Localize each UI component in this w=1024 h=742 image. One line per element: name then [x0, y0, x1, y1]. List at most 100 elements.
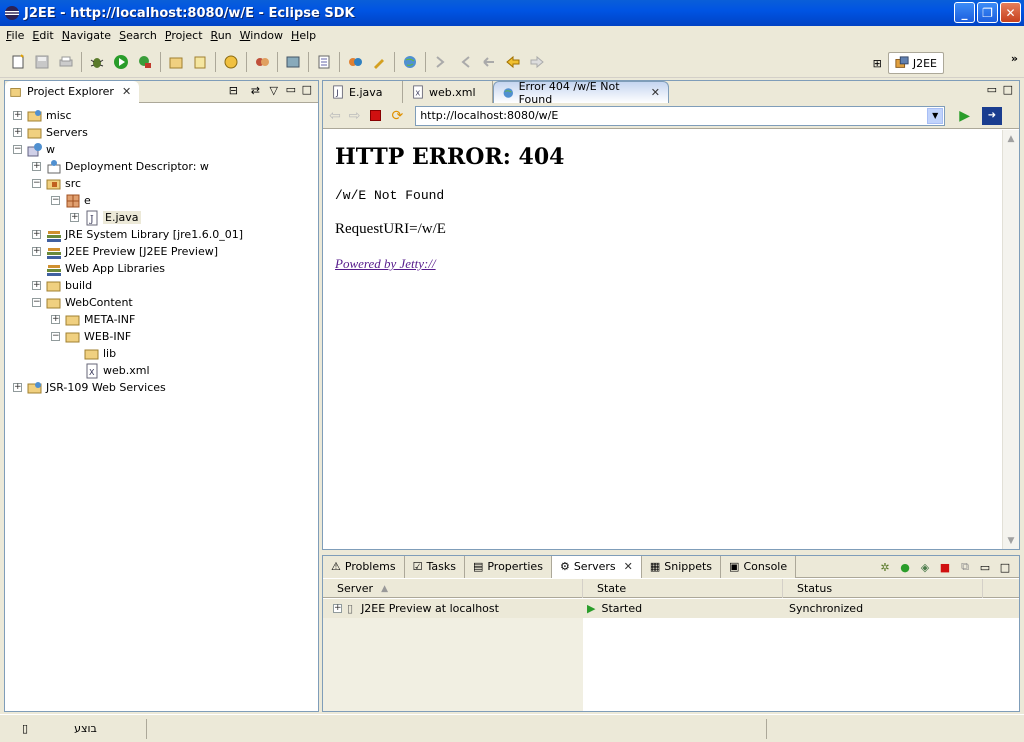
menu-window[interactable]: Window	[236, 29, 287, 42]
run-icon[interactable]	[112, 53, 130, 71]
menu-file[interactable]: File	[2, 29, 28, 42]
search-icon[interactable]	[346, 53, 364, 71]
view-menu-icon[interactable]: ▽	[270, 84, 278, 97]
url-dropdown-icon[interactable]: ▼	[927, 107, 944, 124]
tab-servers[interactable]: ⚙ Servers ✕	[551, 555, 642, 578]
stop-server-icon[interactable]: ■	[937, 559, 953, 575]
tree-item-servers[interactable]: + Servers	[13, 124, 88, 141]
close-button[interactable]: ✕	[1000, 2, 1021, 23]
tree-item-deployment-descriptor[interactable]: + Deployment Descriptor: w	[32, 158, 209, 175]
publish-icon[interactable]: ⧉	[957, 559, 973, 575]
new-server-icon[interactable]	[191, 53, 209, 71]
close-tab-icon[interactable]: ✕	[651, 86, 660, 99]
minimize-button[interactable]: _	[954, 2, 975, 23]
tree-item-meta-inf[interactable]: + META-INF	[51, 311, 135, 328]
tab-problems[interactable]: ⚠ Problems	[323, 555, 405, 578]
open-type-icon[interactable]	[253, 53, 271, 71]
expand-icon[interactable]: +	[70, 213, 79, 222]
maximize-view-icon[interactable]: □	[997, 559, 1013, 575]
open-external-browser-icon[interactable]: ➜	[981, 106, 1002, 125]
profile-server-icon[interactable]: ◈	[917, 559, 933, 575]
refresh-icon[interactable]: ⟳	[391, 108, 403, 124]
next-annotation-icon[interactable]	[432, 53, 450, 71]
previous-annotation-icon[interactable]	[456, 53, 474, 71]
collapse-icon[interactable]: −	[51, 196, 60, 205]
forward-icon[interactable]: ⇨	[349, 108, 361, 124]
expand-icon[interactable]: +	[13, 128, 22, 137]
tree-item-src[interactable]: − src	[32, 175, 81, 192]
save-icon[interactable]	[33, 53, 51, 71]
collapse-icon[interactable]: −	[51, 332, 60, 341]
menu-project[interactable]: Project	[161, 29, 207, 42]
task-list-icon[interactable]	[315, 53, 333, 71]
debug-server-icon[interactable]: ✲	[877, 559, 893, 575]
last-edit-icon[interactable]	[480, 53, 498, 71]
tab-project-explorer[interactable]: Project Explorer ✕	[5, 80, 140, 103]
deploy-icon[interactable]	[284, 53, 302, 71]
tree-item-jre-library[interactable]: + JRE System Library [jre1.6.0_01]	[32, 226, 243, 243]
column-status[interactable]: Status	[783, 579, 983, 598]
expand-icon[interactable]: +	[13, 111, 22, 120]
forward-icon[interactable]	[528, 53, 546, 71]
tree-item-package-e[interactable]: − e	[51, 192, 91, 209]
open-perspective-tool-icon[interactable]	[370, 53, 388, 71]
tab-properties[interactable]: ▤ Properties	[464, 555, 552, 578]
tree-item-e-java[interactable]: + J E.java	[70, 209, 141, 226]
expand-icon[interactable]: +	[32, 281, 41, 290]
new-icon[interactable]	[9, 53, 27, 71]
close-tab-icon[interactable]: ✕	[122, 85, 131, 98]
close-tab-icon[interactable]: ✕	[624, 560, 633, 573]
start-server-icon[interactable]: ●	[897, 559, 913, 575]
link-editor-icon[interactable]: ⇄	[251, 84, 260, 97]
scroll-up-icon[interactable]: ▲	[1003, 130, 1019, 147]
column-state[interactable]: State	[583, 579, 783, 598]
tab-web-xml[interactable]: X web.xml	[403, 81, 493, 103]
debug-icon[interactable]	[88, 53, 106, 71]
tree-item-web-app-libraries[interactable]: Web App Libraries	[46, 260, 165, 277]
external-tools-icon[interactable]	[136, 53, 154, 71]
toolbar-overflow-icon[interactable]: »	[1011, 52, 1018, 65]
menu-run[interactable]: Run	[207, 29, 236, 42]
back-icon[interactable]	[504, 53, 522, 71]
print-icon[interactable]	[57, 53, 75, 71]
go-icon[interactable]: ▶	[959, 108, 970, 124]
expand-icon[interactable]: +	[51, 315, 60, 324]
collapse-all-icon[interactable]: ⊟	[229, 84, 238, 97]
maximize-view-icon[interactable]: □	[302, 83, 312, 96]
tab-error-404[interactable]: Error 404 /w/E Not Found ✕	[493, 80, 669, 106]
tree-item-lib[interactable]: lib	[84, 345, 116, 362]
collapse-icon[interactable]: −	[32, 298, 41, 307]
column-server[interactable]: Server ▲	[323, 579, 583, 598]
menu-navigate[interactable]: Navigate	[58, 29, 115, 42]
expand-icon[interactable]: +	[32, 230, 41, 239]
maximize-view-icon[interactable]: □	[1003, 83, 1013, 96]
globe-icon[interactable]	[401, 53, 419, 71]
expand-icon[interactable]: +	[32, 247, 41, 256]
minimize-view-icon[interactable]: ▭	[286, 83, 296, 96]
stop-icon[interactable]	[370, 110, 382, 121]
new-project-icon[interactable]	[167, 53, 185, 71]
powered-by-link[interactable]: Powered by Jetty://	[335, 256, 436, 271]
collapse-icon[interactable]: −	[32, 179, 41, 188]
open-perspective-icon[interactable]: ⊞	[873, 57, 882, 70]
tree-item-webcontent[interactable]: − WebContent	[32, 294, 133, 311]
scroll-down-icon[interactable]: ▼	[1003, 532, 1019, 549]
tab-e-java[interactable]: J E.java	[323, 81, 403, 103]
vertical-scrollbar[interactable]: ▲ ▼	[1002, 130, 1019, 549]
tree-item-jsr109[interactable]: + JSR-109 Web Services	[13, 379, 166, 396]
tab-tasks[interactable]: ☑ Tasks	[404, 555, 465, 578]
minimize-view-icon[interactable]: ▭	[977, 559, 993, 575]
web-services-icon[interactable]	[222, 53, 240, 71]
tree-item-build[interactable]: + build	[32, 277, 92, 294]
tree-item-w[interactable]: − w	[13, 141, 55, 158]
tree-item-misc[interactable]: + misc	[13, 107, 72, 124]
fast-view-icon[interactable]: ▯	[22, 722, 28, 735]
collapse-icon[interactable]: −	[13, 145, 22, 154]
menu-search[interactable]: Search	[115, 29, 161, 42]
tab-snippets[interactable]: ▦ Snippets	[641, 555, 722, 578]
table-row[interactable]: + ▯ J2EE Preview at localhost ▶ Started …	[323, 599, 1019, 618]
menu-edit[interactable]: Edit	[28, 29, 57, 42]
tree-item-web-inf[interactable]: − WEB-INF	[51, 328, 131, 345]
maximize-button[interactable]: ❐	[977, 2, 998, 23]
tab-console[interactable]: ▣ Console	[721, 555, 797, 578]
